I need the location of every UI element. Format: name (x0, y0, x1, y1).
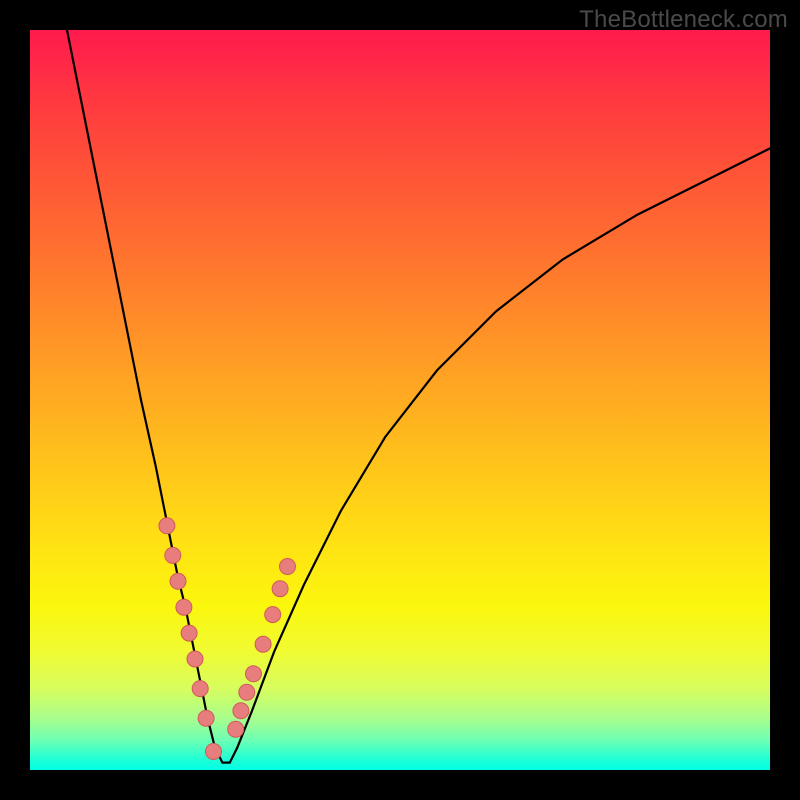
bottleneck-curve (67, 30, 770, 763)
left-cluster-point (181, 625, 197, 641)
left-cluster-point (192, 681, 208, 697)
left-cluster-point (198, 710, 214, 726)
plot-frame (30, 30, 770, 770)
left-cluster-point (170, 573, 186, 589)
right-cluster-point (228, 721, 244, 737)
left-cluster-point (176, 599, 192, 615)
right-cluster-point (255, 636, 271, 652)
left-cluster-point (159, 518, 175, 534)
left-cluster-point (187, 651, 203, 667)
data-markers (159, 518, 296, 760)
right-cluster-point (272, 581, 288, 597)
right-cluster-point (265, 607, 281, 623)
chart-svg (30, 30, 770, 770)
right-cluster-point (280, 559, 296, 575)
right-cluster-point (239, 684, 255, 700)
right-cluster-point (246, 666, 262, 682)
left-cluster-point (165, 547, 181, 563)
right-cluster-point (233, 703, 249, 719)
watermark-text: TheBottleneck.com (579, 6, 788, 34)
left-cluster-point (206, 744, 222, 760)
